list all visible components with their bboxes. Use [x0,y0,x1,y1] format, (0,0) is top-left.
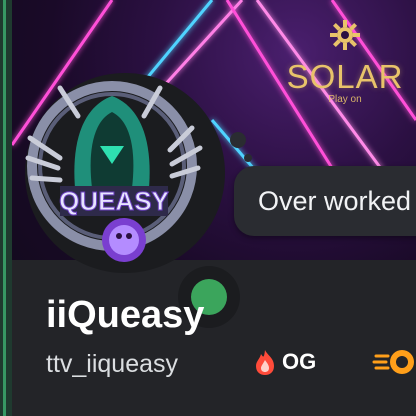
sun-gear-icon [330,20,360,50]
fire-icon [256,350,274,375]
og-badge-label: OG [282,349,317,374]
custom-status-bubble[interactable]: Over worked [234,166,416,236]
username[interactable]: ttv_iiqueasy [46,350,178,379]
custom-status-text: Over worked [258,185,412,216]
status-bubble-tail [230,132,246,148]
boost-icon [372,350,414,374]
og-badge[interactable]: OG [252,348,316,376]
sponsor-logo: SOLAR Play on [280,18,410,105]
profile-badge[interactable] [372,346,416,383]
sponsor-tagline: Play on [328,94,362,105]
avatar-image: QUEASY [25,73,225,273]
status-bubble-tail-small [244,154,252,162]
sponsor-brand: SOLAR [286,58,404,95]
left-strip [0,0,12,416]
avatar-wordmark: QUEASY [59,186,169,216]
display-name: iiQueasy [46,294,205,336]
avatar[interactable]: QUEASY [20,68,240,328]
